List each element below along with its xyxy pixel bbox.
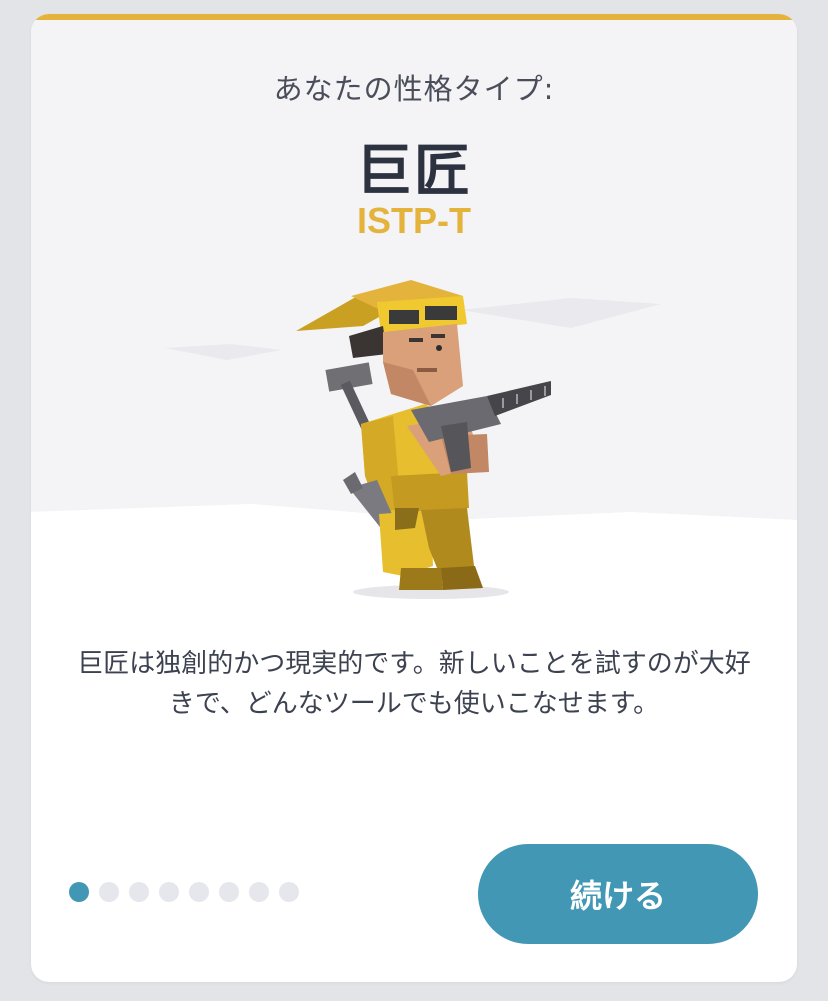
page-dot-1 [69,882,89,902]
page-dot-2 [99,882,119,902]
page-dot-6 [219,882,239,902]
personality-result-card: あなたの性格タイプ: 巨匠 ISTP-T 巨匠は独創的かつ現実的です。新しいこと… [31,14,797,982]
personality-type-name: 巨匠 [356,139,472,204]
page-dot-4 [159,882,179,902]
page-indicator [69,882,299,902]
continue-button[interactable]: 続ける [478,844,758,944]
page-dot-5 [189,882,209,902]
result-subtitle: あなたの性格タイプ: [273,72,555,106]
virtuoso-craftsman-illustration [296,280,551,599]
type-description: 巨匠は独創的かつ現実的です。新しいことを試すのが大好きで、どんなツールでも使いこ… [77,649,751,719]
page-dot-7 [249,882,269,902]
personality-type-code: ISTP-T [357,200,471,241]
page-dot-8 [279,882,299,902]
page-dot-3 [129,882,149,902]
